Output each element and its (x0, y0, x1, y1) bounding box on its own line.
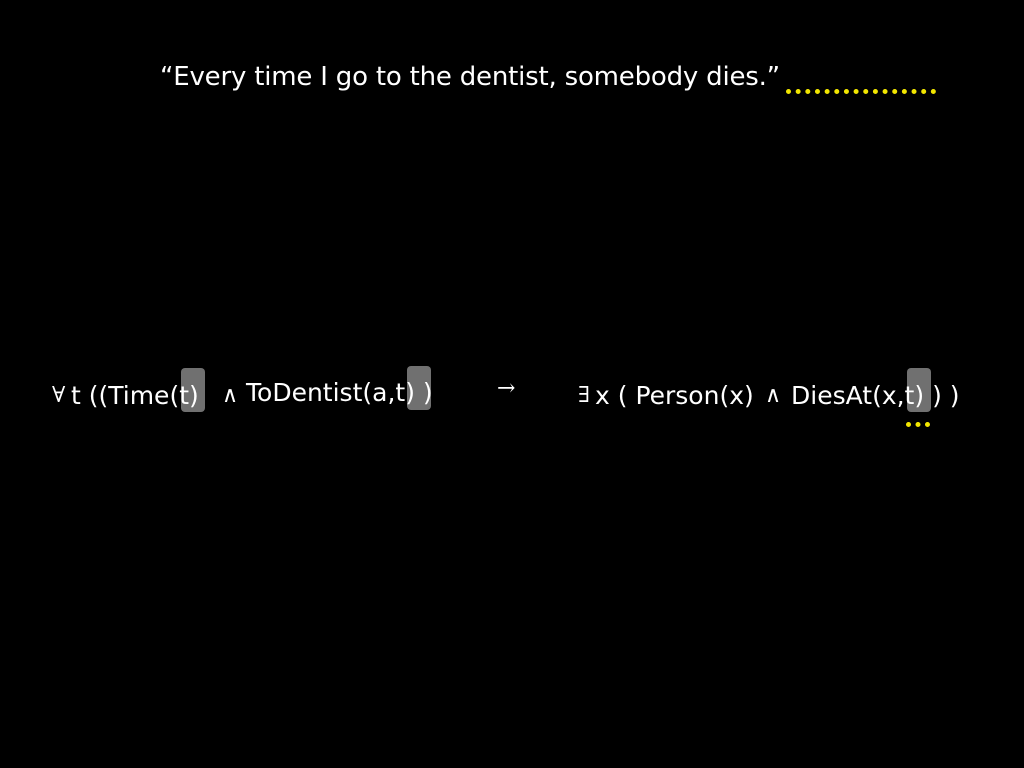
quote-dotted-underline (786, 89, 936, 99)
and-symbol-2: ∧ (765, 383, 782, 408)
and-symbol-1: ∧ (222, 383, 239, 408)
formula-person-clause: x ( Person(x) (595, 381, 754, 410)
slide: “Every time I go to the dentist, somebod… (0, 0, 1024, 768)
formula-todentist-clause: ToDentist(a,t) ) (246, 378, 433, 407)
diesat-dotted-underline (906, 422, 930, 432)
quote-text: “Every time I go to the dentist, somebod… (160, 62, 780, 92)
forall-symbol: ∀ (52, 383, 66, 408)
exists-symbol: ∃ (578, 383, 590, 408)
formula-time-clause: t ((Time(t) (71, 381, 199, 410)
formula-diesat-clause: DiesAt(x,t) ) ) (791, 381, 960, 410)
implies-arrow: → (497, 376, 516, 401)
